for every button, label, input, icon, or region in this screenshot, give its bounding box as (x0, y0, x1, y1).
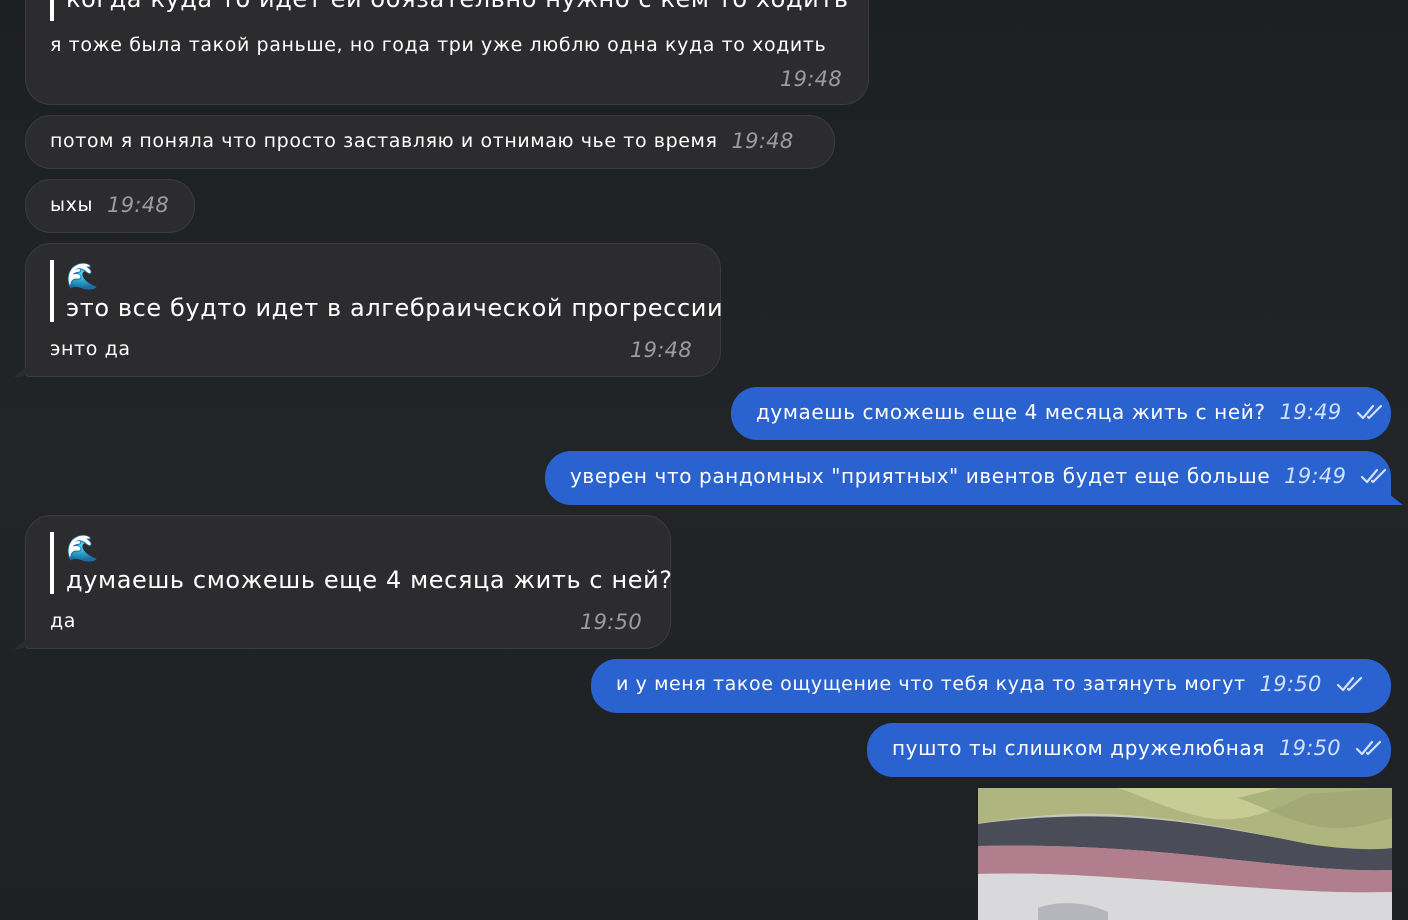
double-check-icon (1355, 740, 1382, 756)
message-text: энто да (50, 338, 131, 360)
double-check-icon (1336, 676, 1362, 692)
message-time: 19:49 (1284, 464, 1347, 488)
photo-message[interactable] (978, 788, 1392, 920)
wave-emoji: 🌊 (66, 262, 99, 292)
message-time: 19:48 (107, 193, 170, 217)
quote-text: когда куда то идет ей обязательно нужно … (66, 0, 849, 13)
message-time: 19:50 (579, 610, 642, 634)
quote-block[interactable]: 🌊 думаешь сможешь еще 4 месяца жить с не… (50, 532, 673, 594)
message-text: уверен что рандомных "приятных" ивентов … (570, 464, 1271, 488)
wave-emoji: 🌊 (66, 534, 99, 564)
message-text: и у меня такое ощущение что тебя куда то… (616, 673, 1246, 695)
photo-image (978, 788, 1392, 920)
message-text: да (50, 610, 76, 632)
message-time: 19:48 (779, 67, 842, 91)
message-incoming[interactable]: 🌊 думаешь сможешь еще 4 месяца жить с не… (14, 515, 673, 649)
chat-view: когда куда то идет ей обязательно нужно … (0, 0, 1408, 920)
double-check-icon (1356, 404, 1382, 420)
message-text: пушто ты слишком дружелюбная (892, 736, 1265, 760)
message-time: 19:50 (1259, 672, 1322, 696)
message-incoming[interactable]: потом я поняла что просто заставляю и от… (25, 115, 835, 169)
message-time: 19:48 (731, 129, 794, 153)
quote-text: думаешь сможешь еще 4 месяца жить с ней? (66, 566, 673, 594)
double-check-icon (1361, 468, 1387, 484)
message-text: ыхы (50, 194, 94, 216)
message-incoming[interactable]: ыхы 19:48 (25, 179, 195, 233)
message-text: думаешь сможешь еще 4 месяца жить с ней? (756, 400, 1266, 424)
bubble-tail (1385, 491, 1403, 505)
message-time: 19:49 (1279, 400, 1342, 424)
message-incoming[interactable]: когда куда то идет ей обязательно нужно … (25, 0, 869, 105)
message-text: я тоже была такой раньше, но года три уж… (50, 34, 827, 56)
bubble-tail (14, 363, 32, 377)
message-time: 19:48 (629, 338, 692, 362)
message-text: потом я поняла что просто заставляю и от… (50, 130, 718, 152)
message-outgoing[interactable]: думаешь сможешь еще 4 месяца жить с ней?… (731, 387, 1391, 440)
message-outgoing[interactable]: уверен что рандомных "приятных" ивентов … (545, 451, 1403, 505)
quote-text: это все будто идет в алгебраической прог… (66, 294, 724, 322)
quote-block[interactable]: когда куда то идет ей обязательно нужно … (50, 0, 849, 21)
message-outgoing[interactable]: пушто ты слишком дружелюбная 19:50 (867, 723, 1391, 777)
quote-block[interactable]: 🌊 это все будто идет в алгебраической пр… (50, 260, 723, 322)
message-time: 19:50 (1278, 736, 1341, 760)
bubble-tail (14, 635, 32, 649)
message-outgoing[interactable]: и у меня такое ощущение что тебя куда то… (591, 659, 1391, 713)
message-incoming[interactable]: 🌊 это все будто идет в алгебраической пр… (14, 243, 723, 377)
